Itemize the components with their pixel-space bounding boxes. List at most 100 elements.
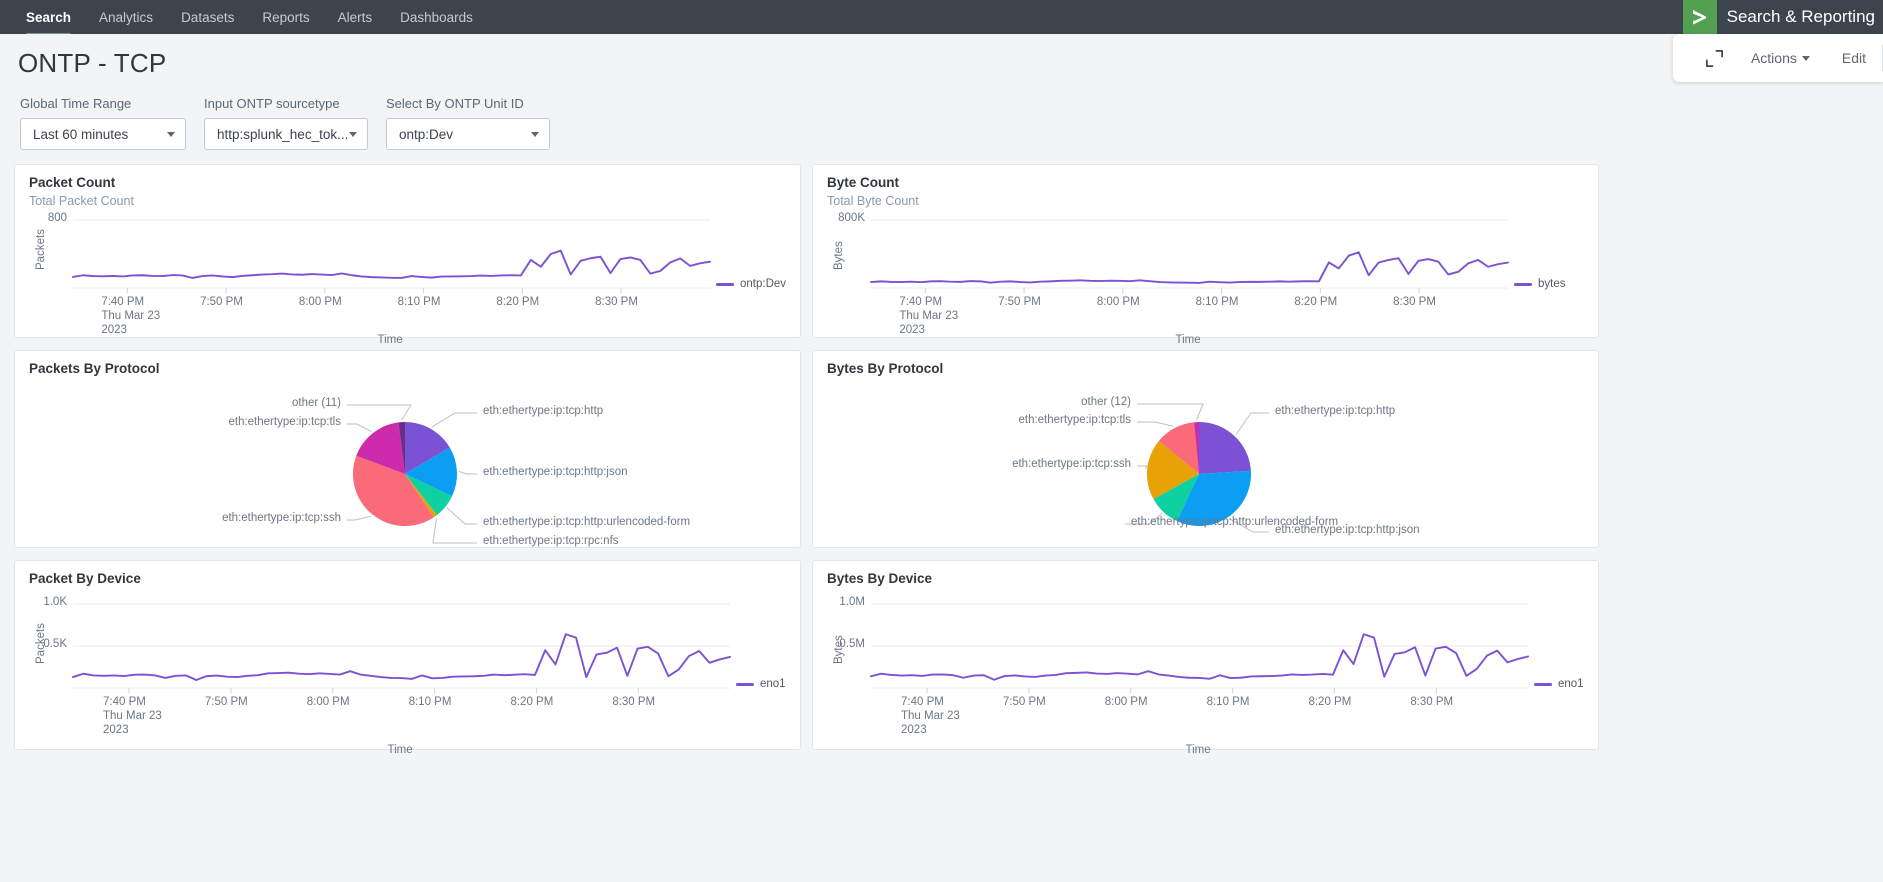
select-by-ontp-unit-id-dropdown[interactable]: ontp:Dev (386, 118, 550, 150)
x-axis-tick: 8:20 PM (1294, 296, 1338, 308)
legend-label: bytes (1538, 278, 1566, 290)
filter-select-by-ontp-unit-id: Select By ONTP Unit ID ontp:Dev (386, 96, 550, 150)
legend-swatch (716, 282, 734, 286)
legend-swatch (1514, 282, 1532, 286)
x-axis-tick: 8:10 PM (408, 696, 452, 708)
nav-items: Search Analytics Datasets Reports Alerts… (0, 0, 487, 36)
x-axis-tick: 7:40 PM (103, 696, 146, 708)
x-axis-tick: 7:40 PM (899, 296, 943, 308)
pie-slice-label: eth:ethertype:ip:tcp:http:urlencoded-for… (483, 516, 691, 528)
pie-leader-line (1235, 412, 1269, 435)
pie-slice[interactable] (1199, 422, 1251, 474)
x-axis-label: Time (387, 744, 413, 756)
expand-icon[interactable] (1695, 34, 1735, 82)
x-axis-sublabel: Thu Mar 23 (103, 710, 162, 722)
filter-label: Select By ONTP Unit ID (386, 96, 524, 111)
y-axis-tick: 1.0M (839, 596, 865, 608)
pie-slice-label: eth:ethertype:ip:tcp:tls (228, 416, 341, 428)
panel-title: Bytes By Protocol (827, 361, 944, 376)
nav-item-label: Search (26, 9, 72, 25)
filter-label: Global Time Range (20, 96, 132, 111)
panel-subtitle: Total Byte Count (827, 194, 919, 208)
x-axis-tick: 7:50 PM (1002, 696, 1046, 708)
brand-area[interactable]: Search & Reporting (1682, 0, 1883, 34)
edit-label: Edit (1841, 50, 1866, 66)
edit-button[interactable]: Edit (1826, 34, 1882, 82)
panel-packet-by-device: Packet By Device Packets 1.0K 0.5K 7:40 PM T… (14, 560, 801, 756)
splunk-logo-icon (1682, 0, 1717, 34)
x-axis-label: Time (1175, 334, 1201, 346)
pie-slice-label: eth:ethertype:ip:tcp:http (483, 405, 604, 417)
actions-button[interactable]: Actions (1735, 34, 1826, 82)
y-axis-label: Packets (35, 229, 47, 270)
chart-bytes-by-protocol[interactable]: eth:ethertype:ip:tcp:http eth:ethertype:i… (813, 376, 1598, 548)
nav-item-reports[interactable]: Reports (248, 0, 323, 34)
nav-item-datasets[interactable]: Datasets (167, 0, 248, 34)
pie-leader-line (446, 507, 477, 525)
pie-slice-label: eth:ethertype:ip:tcp:http (1275, 405, 1396, 417)
chart-legend[interactable]: eno1 (1534, 678, 1584, 690)
y-axis-tick: 800 (47, 212, 67, 224)
panel-title: Packet By Device (29, 571, 141, 586)
nav-item-label: Alerts (337, 9, 373, 25)
x-axis-tick: 8:00 PM (306, 696, 350, 708)
chart-legend[interactable]: eno1 (736, 678, 786, 690)
pie-slice-label: eth:ethertype:ip:tcp:rpc:nfs (483, 535, 619, 547)
y-axis-tick: 800K (838, 212, 865, 224)
panel-title: Packets By Protocol (29, 361, 160, 376)
nav-item-search[interactable]: Search (12, 0, 85, 36)
x-axis-sublabel: Thu Mar 23 (899, 310, 959, 322)
y-axis-tick: 1.0K (43, 596, 67, 608)
chart-byte-count[interactable]: Bytes 800K 7:40 PM Thu Mar 23 2023 7:50 PM 8:0… (813, 208, 1598, 346)
x-axis-sublabel: 2023 (103, 724, 129, 736)
legend-label: eno1 (1558, 678, 1584, 690)
x-axis-label: Time (377, 334, 403, 346)
x-axis-tick: 8:20 PM (496, 296, 540, 308)
x-axis-tick: 7:50 PM (204, 696, 248, 708)
x-axis-tick: 8:20 PM (1308, 696, 1352, 708)
x-axis-tick: 8:10 PM (1206, 696, 1250, 708)
dropdown-value: ontp:Dev (399, 126, 454, 142)
global-time-range-dropdown[interactable]: Last 60 minutes (20, 118, 186, 150)
x-axis-tick: 8:10 PM (1195, 296, 1239, 308)
chevron-down-icon (349, 131, 357, 137)
panel-title: Packet Count (29, 175, 116, 190)
pie-slice-label: eth:ethertype:ip:tcp:http:urlencoded-for… (1131, 516, 1339, 528)
pie-slice-label: eth:ethertype:ip:tcp:ssh (1012, 458, 1131, 470)
x-axis-tick: 7:50 PM (200, 296, 243, 308)
x-axis-sublabel: 2023 (101, 324, 127, 336)
chart-packets-by-protocol[interactable]: eth:ethertype:ip:tcp:http eth:ethertype:i… (15, 376, 800, 548)
y-axis-label: Bytes (833, 241, 845, 270)
panel-subtitle: Total Packet Count (29, 194, 134, 208)
pie-leader-line (458, 471, 477, 475)
nav-item-dashboards[interactable]: Dashboards (386, 0, 487, 34)
filter-bar: Global Time Range Last 60 minutes Input … (0, 86, 1883, 164)
legend-label: eno1 (760, 678, 786, 690)
filter-label: Input ONTP sourcetype (204, 96, 340, 111)
pie-slice-label: other (11) (291, 397, 341, 409)
pie-slice-label: eth:ethertype:ip:tcp:tls (1018, 414, 1131, 426)
pie-slice-label: eth:ethertype:ip:tcp:http:json (483, 466, 628, 478)
x-axis-tick: 8:30 PM (1410, 696, 1454, 708)
page-title: ONTP - TCP (18, 48, 167, 78)
pie-slice-label: eth:ethertype:ip:tcp:ssh (222, 512, 341, 524)
panel-bytes-by-device: Bytes By Device Bytes 1.0M 0.5M 7:40 PM Thu … (812, 560, 1599, 756)
nav-item-label: Analytics (99, 9, 154, 25)
x-axis-tick: 8:20 PM (510, 696, 554, 708)
x-axis-sublabel: Thu Mar 23 (101, 310, 161, 322)
x-axis-sublabel: 2023 (901, 724, 927, 736)
chart-legend[interactable]: bytes (1514, 278, 1566, 290)
app-name: Search & Reporting (1726, 7, 1875, 26)
nav-item-alerts[interactable]: Alerts (324, 0, 387, 34)
chart-packet-count[interactable]: Packets 800 7:40 PM Thu Mar 23 2023 7:50 PM 8:… (15, 208, 800, 346)
nav-item-analytics[interactable]: Analytics (85, 0, 167, 34)
chart-bytes-by-device[interactable]: Bytes 1.0M 0.5M 7:40 PM Thu Mar 23 2023 7:50 P… (813, 586, 1598, 756)
pie-leader-line (347, 404, 412, 421)
chart-legend[interactable]: ontp:Dev (716, 278, 786, 290)
input-ontp-sourcetype-dropdown[interactable]: http:splunk_hec_tok... (204, 118, 368, 150)
x-axis-tick: 7:40 PM (101, 296, 145, 308)
chart-packet-by-device[interactable]: Packets 1.0K 0.5K 7:40 PM Thu Mar 23 2023 7:50… (15, 586, 800, 756)
chevron-down-icon (167, 131, 175, 137)
panel-title: Byte Count (827, 175, 899, 190)
pie-leader-line (431, 412, 477, 428)
